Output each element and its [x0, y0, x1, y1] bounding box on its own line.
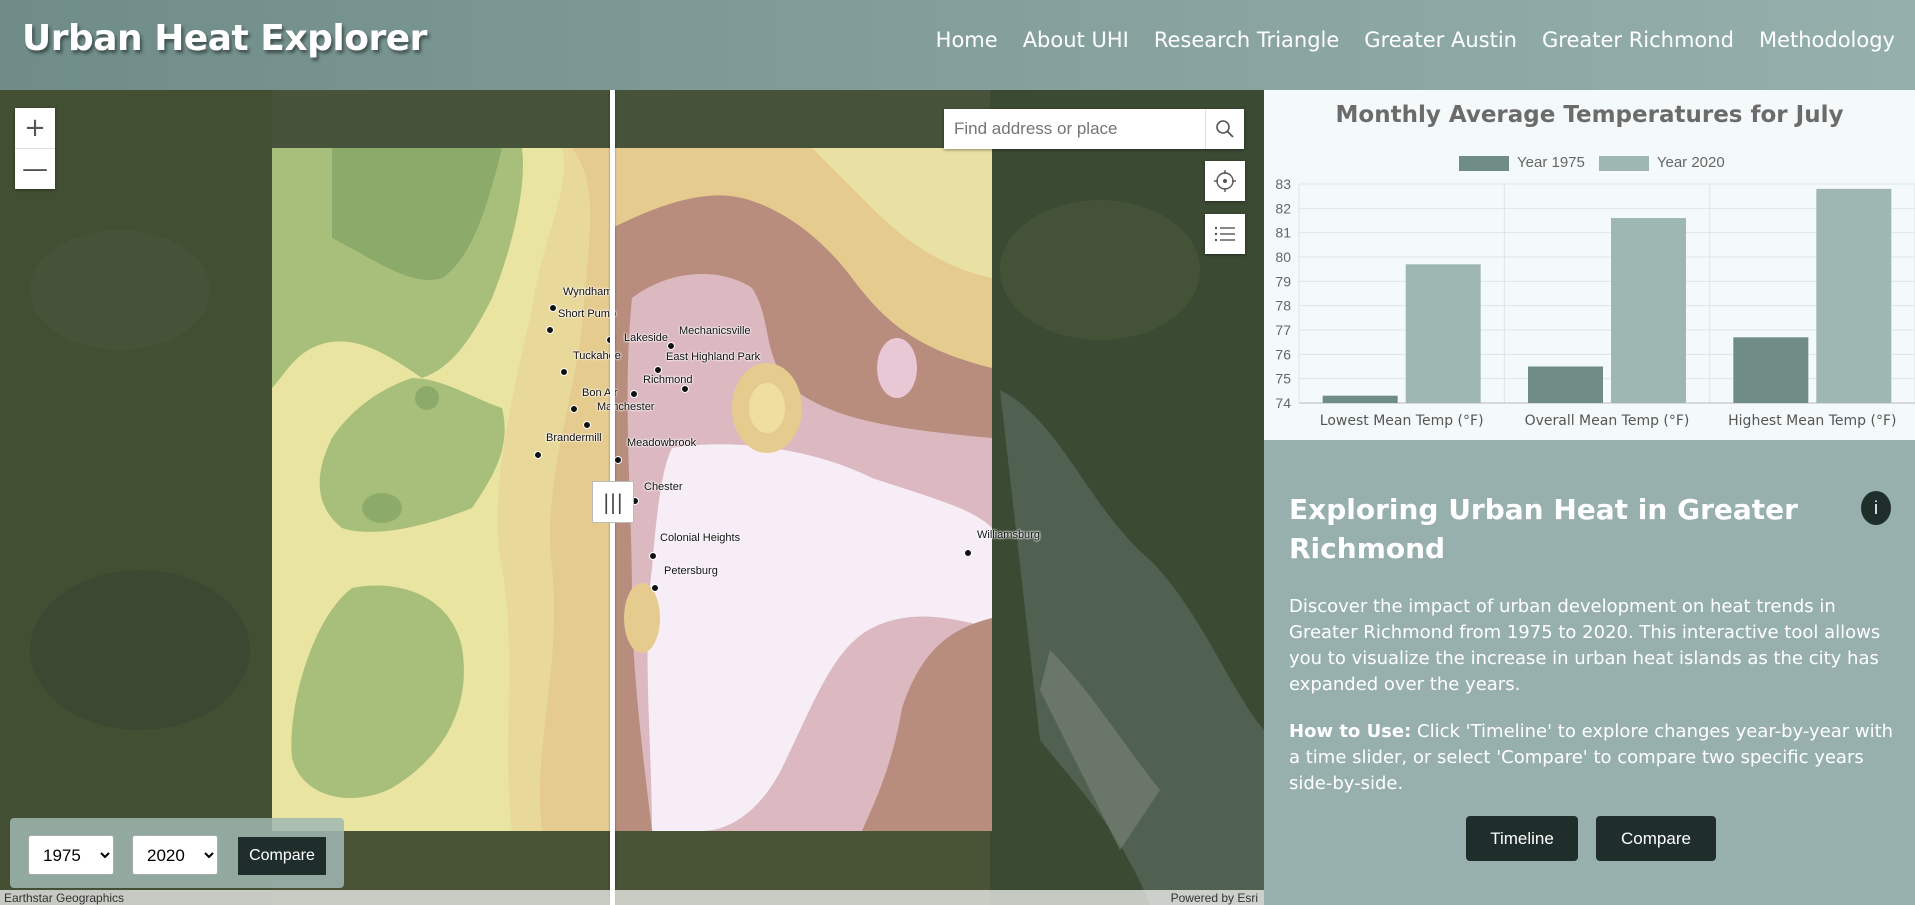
place-marker	[614, 456, 622, 464]
bar-year-1975	[1322, 395, 1398, 403]
info-howto: How to Use: Click 'Timeline' to explore …	[1289, 719, 1894, 797]
locate-button[interactable]	[1205, 161, 1245, 201]
place-label: Mechanicsville	[679, 325, 751, 337]
year-right-select[interactable]: 2020	[132, 835, 218, 875]
y-tick-label: 75	[1275, 371, 1291, 387]
year-left-select[interactable]: 1975	[28, 835, 114, 875]
howto-label: How to Use:	[1289, 721, 1412, 742]
locate-icon	[1214, 170, 1236, 192]
place-marker	[546, 326, 554, 334]
y-tick-label: 83	[1275, 176, 1291, 192]
nav-research-triangle[interactable]: Research Triangle	[1154, 28, 1339, 52]
header: Urban Heat Explorer Home About UHI Resea…	[0, 0, 1915, 90]
search-button[interactable]	[1205, 109, 1244, 149]
x-tick-label: Lowest Mean Temp (°F)	[1320, 413, 1484, 429]
bar-year-2020	[1405, 264, 1481, 403]
map-compare-button[interactable]: Compare	[238, 837, 326, 875]
place-marker	[583, 421, 591, 429]
place-marker	[964, 549, 972, 557]
y-tick-label: 77	[1275, 322, 1291, 338]
bar-year-1975	[1733, 337, 1809, 403]
y-tick-label: 80	[1275, 249, 1291, 265]
x-tick-label: Highest Mean Temp (°F)	[1728, 413, 1896, 429]
place-label: Wyndham	[563, 286, 613, 298]
place-marker	[651, 584, 659, 592]
nav-greater-richmond[interactable]: Greater Richmond	[1542, 28, 1734, 52]
place-marker	[649, 552, 657, 560]
nav-about-uhi[interactable]: About UHI	[1023, 28, 1129, 52]
list-icon	[1214, 226, 1235, 242]
search-widget	[944, 109, 1244, 149]
bar-year-1975	[1528, 366, 1603, 403]
attribution-left: Earthstar Geographics	[4, 891, 125, 905]
info-heading: Exploring Urban Heat in Greater Richmond	[1289, 493, 1798, 565]
timeline-button[interactable]: Timeline	[1466, 816, 1578, 861]
x-tick-label: Overall Mean Temp (°F)	[1525, 413, 1690, 429]
compare-controls: 1975 2020 Compare	[10, 818, 344, 888]
bar-chart: 74 75 76 77 78 79 80 81 82 83 Lowest Mean Temp (°F…	[1275, 176, 1915, 429]
y-tick-label: 81	[1275, 225, 1291, 241]
place-marker	[654, 366, 662, 374]
place-label: Manchester	[597, 401, 655, 413]
place-marker	[560, 368, 568, 376]
place-label: Short Pump	[558, 308, 617, 320]
place-label: Petersburg	[664, 565, 718, 577]
swipe-handle[interactable]: |||	[592, 481, 634, 523]
app-title[interactable]: Urban Heat Explorer	[22, 18, 427, 59]
zoom-control: + —	[15, 108, 55, 189]
bar-year-2020	[1816, 188, 1892, 403]
info-button[interactable]: i	[1861, 491, 1891, 525]
place-label: Richmond	[643, 374, 693, 386]
attribution-right[interactable]: Powered by Esri	[1171, 891, 1258, 905]
place-label: Chester	[644, 481, 683, 493]
place-marker	[630, 390, 638, 398]
attribution-bar: Earthstar Geographics Powered by Esri	[0, 890, 1264, 905]
info-panel: Exploring Urban Heat in Greater Richmond…	[1264, 440, 1915, 905]
y-tick-label: 82	[1275, 200, 1291, 216]
place-marker	[681, 385, 689, 393]
search-input[interactable]	[944, 109, 1205, 149]
nav-greater-austin[interactable]: Greater Austin	[1364, 28, 1517, 52]
bar-year-2020	[1611, 218, 1686, 403]
place-marker	[534, 451, 542, 459]
zoom-in-button[interactable]: +	[15, 108, 55, 148]
nav-home[interactable]: Home	[936, 28, 998, 52]
zoom-out-button[interactable]: —	[15, 148, 55, 189]
compare-button[interactable]: Compare	[1596, 816, 1716, 861]
place-label: Lakeside	[624, 332, 669, 344]
search-icon	[1216, 120, 1234, 138]
y-tick-label: 74	[1275, 395, 1291, 411]
main-nav: Home About UHI Research Triangle Greater…	[936, 28, 1895, 52]
place-label: East Highland Park	[666, 351, 761, 363]
place-label: Meadowbrook	[627, 437, 697, 449]
place-label: Brandermill	[546, 432, 602, 444]
legend-button[interactable]	[1205, 214, 1245, 254]
y-tick-label: 76	[1275, 346, 1291, 362]
place-label: Colonial Heights	[660, 532, 741, 544]
chart-panel: Monthly Average Temperatures for July Ye…	[1264, 90, 1915, 440]
nav-methodology[interactable]: Methodology	[1759, 28, 1895, 52]
place-marker	[570, 405, 578, 413]
info-intro: Discover the impact of urban development…	[1289, 596, 1881, 695]
place-marker	[549, 304, 557, 312]
map-view[interactable]: Wyndham Short Pump Lakeside Mechanicsvil…	[0, 90, 1264, 905]
place-marker	[667, 342, 675, 350]
y-tick-label: 79	[1275, 273, 1291, 289]
place-label: Williamsburg	[977, 529, 1040, 541]
heat-overlay-1975	[272, 148, 612, 831]
y-tick-label: 78	[1275, 298, 1291, 314]
